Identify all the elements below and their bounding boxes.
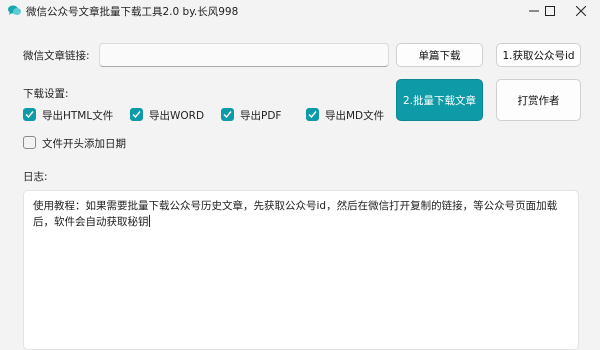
- export-md-label: 导出MD文件: [325, 110, 385, 122]
- log-content: 使用教程：如果需要批量下载公众号历史文章，先获取公众号id，然后在微信打开复制的…: [33, 200, 558, 228]
- log-label: 日志:: [23, 171, 48, 183]
- text-caret: [148, 215, 150, 227]
- maximize-icon: [545, 6, 555, 16]
- single-download-button[interactable]: 单篇下载: [396, 43, 483, 67]
- get-account-id-button[interactable]: 1.获取公众号id: [496, 43, 581, 67]
- download-settings-label: 下载设置:: [23, 88, 69, 100]
- chat-bubble-icon: [8, 5, 21, 15]
- export-word-checkbox[interactable]: [130, 108, 143, 121]
- log-textarea[interactable]: 使用教程：如果需要批量下载公众号历史文章，先获取公众号id，然后在微信打开复制的…: [23, 190, 579, 350]
- tip-author-button[interactable]: 打赏作者: [496, 79, 581, 121]
- close-icon: [576, 6, 586, 16]
- export-html-label: 导出HTML文件: [42, 110, 114, 122]
- check-icon: [132, 111, 141, 119]
- add-date-label: 文件开头添加日期: [42, 138, 126, 150]
- export-word-label: 导出WORD: [149, 110, 205, 122]
- window-title: 微信公众号文章批量下载工具2.0 by.长风998: [26, 6, 239, 18]
- url-label: 微信文章链接:: [23, 50, 90, 62]
- title-bar: 微信公众号文章批量下载工具2.0 by.长风998: [0, 0, 600, 22]
- export-md-checkbox[interactable]: [306, 108, 319, 121]
- close-button[interactable]: [562, 0, 600, 22]
- url-input[interactable]: [99, 43, 389, 67]
- export-pdf-checkbox[interactable]: [221, 108, 234, 121]
- check-icon: [25, 111, 34, 119]
- add-date-checkbox[interactable]: [23, 136, 36, 149]
- batch-download-button[interactable]: 2.批量下载文章: [396, 79, 483, 121]
- check-icon: [308, 111, 317, 119]
- export-pdf-label: 导出PDF: [240, 110, 282, 122]
- export-html-checkbox[interactable]: [23, 108, 36, 121]
- check-icon: [223, 111, 232, 119]
